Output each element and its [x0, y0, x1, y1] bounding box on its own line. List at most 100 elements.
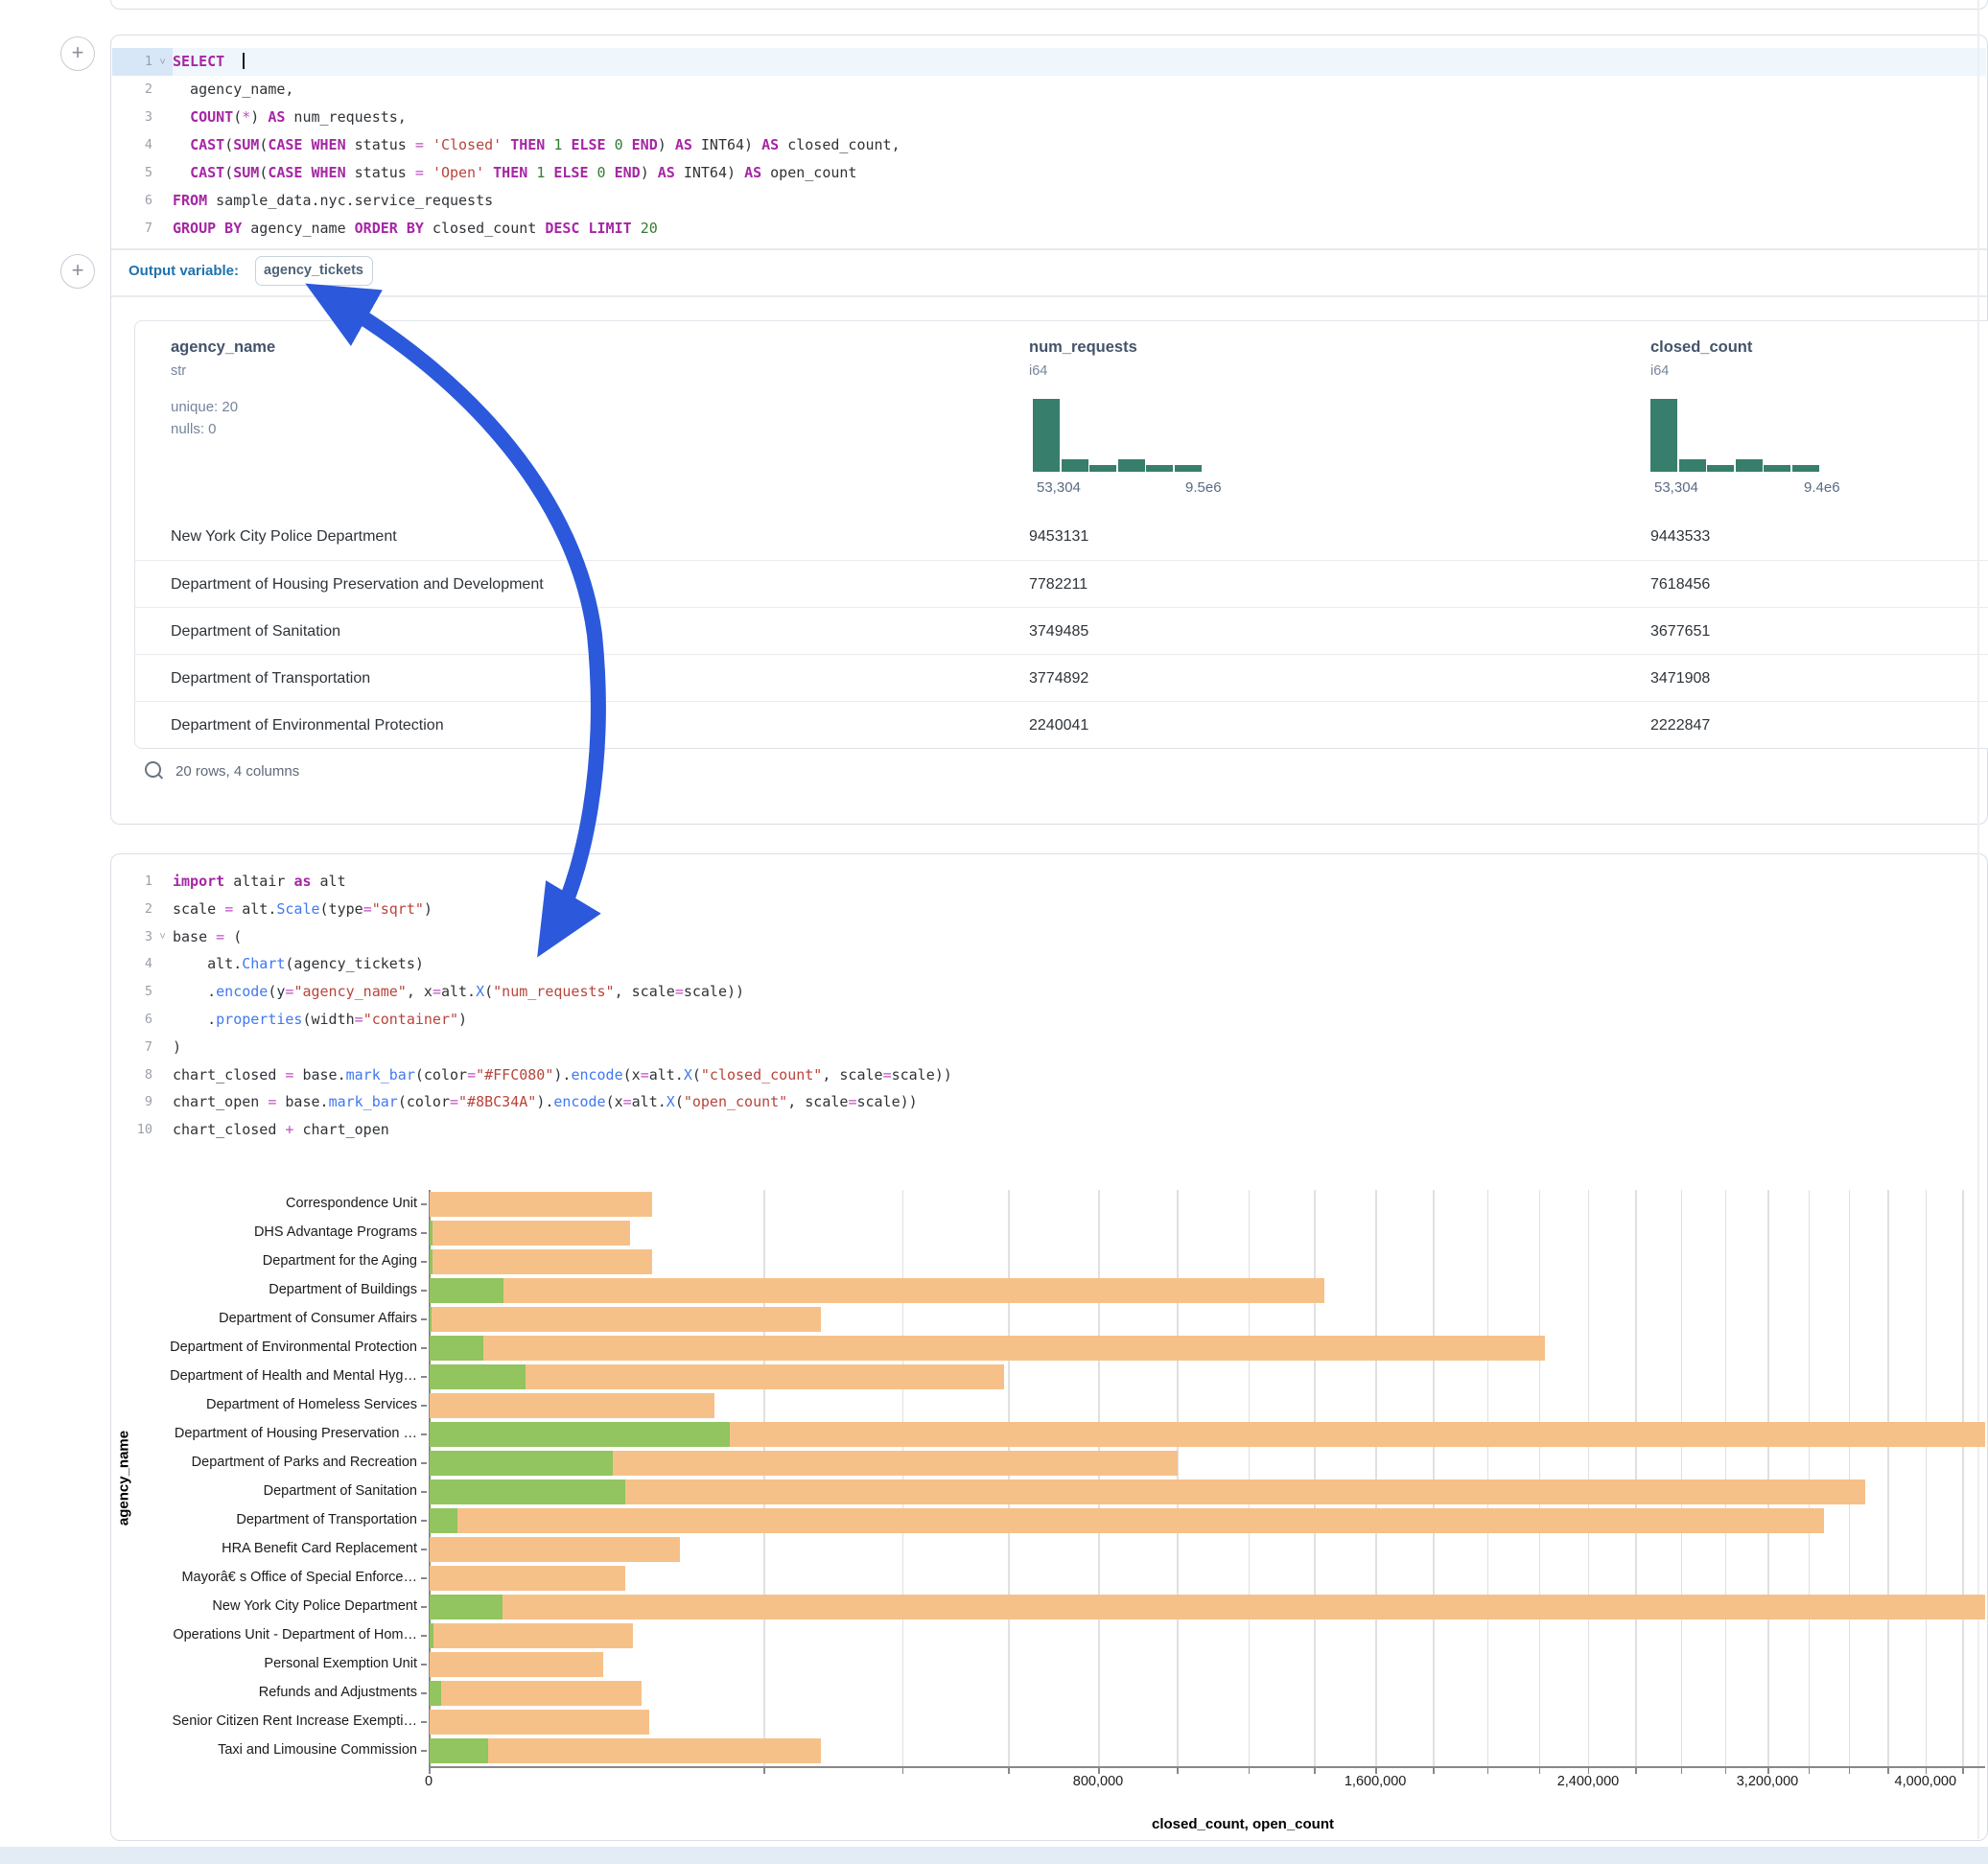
column-stat-nulls: nulls: 0	[171, 421, 217, 437]
python-cell: 1import altair as alt2scale = alt.Scale(…	[110, 853, 1988, 1841]
y-tick	[421, 1577, 427, 1579]
x-tick	[1008, 1768, 1010, 1774]
fold-gutter	[152, 868, 173, 896]
column-header[interactable]: agency_name	[171, 338, 275, 357]
x-tick	[1177, 1768, 1179, 1774]
gridline	[1809, 1190, 1811, 1766]
table-cell: Department of Transportation	[171, 655, 370, 702]
x-tick	[1681, 1768, 1683, 1774]
y-tick	[421, 1232, 427, 1234]
line-number: 7	[112, 1034, 152, 1061]
table-row[interactable]: Department of Housing Preservation and D…	[135, 560, 1988, 608]
histogram-bar	[1089, 465, 1116, 472]
table-row[interactable]: Department of Transportation377489234719…	[135, 654, 1988, 702]
line-number: 8	[112, 1061, 152, 1089]
line-number: 3	[112, 923, 152, 951]
line-number: 4	[112, 950, 152, 978]
python-editor[interactable]: 1import altair as alt2scale = alt.Scale(…	[112, 868, 1986, 1144]
closed-count-bar	[430, 1710, 649, 1736]
line-number: 2	[112, 76, 152, 104]
gridline	[1588, 1190, 1590, 1766]
closed-count-bar	[430, 1480, 1865, 1505]
code-line: 1˅SELECT	[112, 48, 1986, 76]
histogram-bar	[1707, 465, 1734, 472]
gridline	[1008, 1190, 1010, 1766]
column-histogram	[1650, 399, 1823, 472]
output-variable-field[interactable]: agency_tickets	[255, 256, 373, 286]
y-axis-label: Taxi and Limousine Commission	[121, 1743, 417, 1758]
histogram-bar	[1679, 459, 1706, 472]
x-tick	[1314, 1768, 1316, 1774]
table-cell: 9443533	[1650, 513, 1710, 560]
histogram-bar	[1146, 465, 1173, 472]
line-number: 9	[112, 1088, 152, 1116]
x-tick	[1249, 1768, 1251, 1774]
column-header[interactable]: closed_count	[1650, 338, 1752, 357]
histogram-bar	[1033, 399, 1060, 472]
column-stat-unique: unique: 20	[171, 399, 238, 415]
code-line: 4 CAST(SUM(CASE WHEN status = 'Closed' T…	[112, 131, 1986, 159]
y-tick	[421, 1549, 427, 1550]
open-count-bar	[430, 1595, 503, 1620]
column-type: i64	[1029, 363, 1047, 379]
sql-editor[interactable]: 1˅SELECT 2 agency_name,3 COUNT(*) AS num…	[112, 48, 1986, 243]
search-icon[interactable]	[145, 761, 161, 778]
table-cell: 3749485	[1029, 608, 1088, 655]
code-line: 4 alt.Chart(agency_tickets)	[112, 950, 1986, 978]
closed-count-bar	[430, 1508, 1824, 1534]
add-cell-button[interactable]: +	[60, 36, 95, 71]
x-tick	[902, 1768, 904, 1774]
gridline	[1725, 1190, 1727, 1766]
y-tick	[421, 1462, 427, 1464]
fold-gutter	[152, 215, 173, 243]
histogram-bar	[1792, 465, 1819, 472]
y-tick	[421, 1433, 427, 1435]
y-tick	[421, 1491, 427, 1493]
y-axis-label: Department of Buildings	[121, 1283, 417, 1297]
open-count-bar	[430, 1451, 613, 1477]
code-line: 5 CAST(SUM(CASE WHEN status = 'Open' THE…	[112, 159, 1986, 187]
histogram-min-label: 53,304	[1037, 479, 1081, 496]
add-cell-button[interactable]: +	[60, 254, 95, 289]
y-tick	[421, 1290, 427, 1292]
open-count-bar	[430, 1422, 730, 1448]
fold-chevron-icon[interactable]: ˅	[152, 48, 173, 76]
histogram-bar	[1650, 399, 1677, 472]
x-tick	[1962, 1768, 1964, 1774]
code-line: 3 COUNT(*) AS num_requests,	[112, 104, 1986, 131]
closed-count-bar	[430, 1393, 714, 1419]
y-tick	[421, 1405, 427, 1407]
fold-gutter	[152, 1006, 173, 1034]
table-cell: 2222847	[1650, 702, 1710, 749]
table-cell: Department of Sanitation	[171, 608, 340, 655]
histogram-bar	[1175, 465, 1202, 472]
y-axis-label: Department of Transportation	[121, 1513, 417, 1527]
code-line: 9chart_open = base.mark_bar(color="#8BC3…	[112, 1088, 1986, 1116]
gridline	[1887, 1190, 1889, 1766]
closed-count-bar	[430, 1738, 821, 1764]
histogram-max-label: 9.5e6	[1185, 479, 1222, 496]
column-header[interactable]: num_requests	[1029, 338, 1137, 357]
code-line: 2scale = alt.Scale(type="sqrt")	[112, 896, 1986, 923]
table-row[interactable]: New York City Police Department945313194…	[135, 513, 1988, 560]
code-line: 6 .properties(width="container")	[112, 1006, 1986, 1034]
x-tick	[1809, 1768, 1811, 1774]
line-number: 6	[112, 187, 152, 215]
open-count-bar	[430, 1738, 488, 1764]
y-tick	[421, 1318, 427, 1320]
x-tick	[1725, 1768, 1727, 1774]
fold-chevron-icon[interactable]: ˅	[152, 923, 173, 951]
gridline	[1487, 1190, 1489, 1766]
histogram-max-label: 9.4e6	[1804, 479, 1840, 496]
gridline	[902, 1190, 904, 1766]
open-count-bar	[430, 1508, 457, 1534]
table-row[interactable]: Department of Sanitation37494853677651	[135, 607, 1988, 655]
y-axis-label: Department of Sanitation	[121, 1484, 417, 1499]
x-tick	[1635, 1768, 1637, 1774]
line-number: 1	[112, 48, 152, 76]
open-count-bar	[430, 1278, 503, 1304]
table-row[interactable]: Department of Environmental Protection22…	[135, 701, 1988, 749]
gridline	[1926, 1190, 1928, 1766]
y-tick	[421, 1635, 427, 1637]
fold-gutter	[152, 896, 173, 923]
